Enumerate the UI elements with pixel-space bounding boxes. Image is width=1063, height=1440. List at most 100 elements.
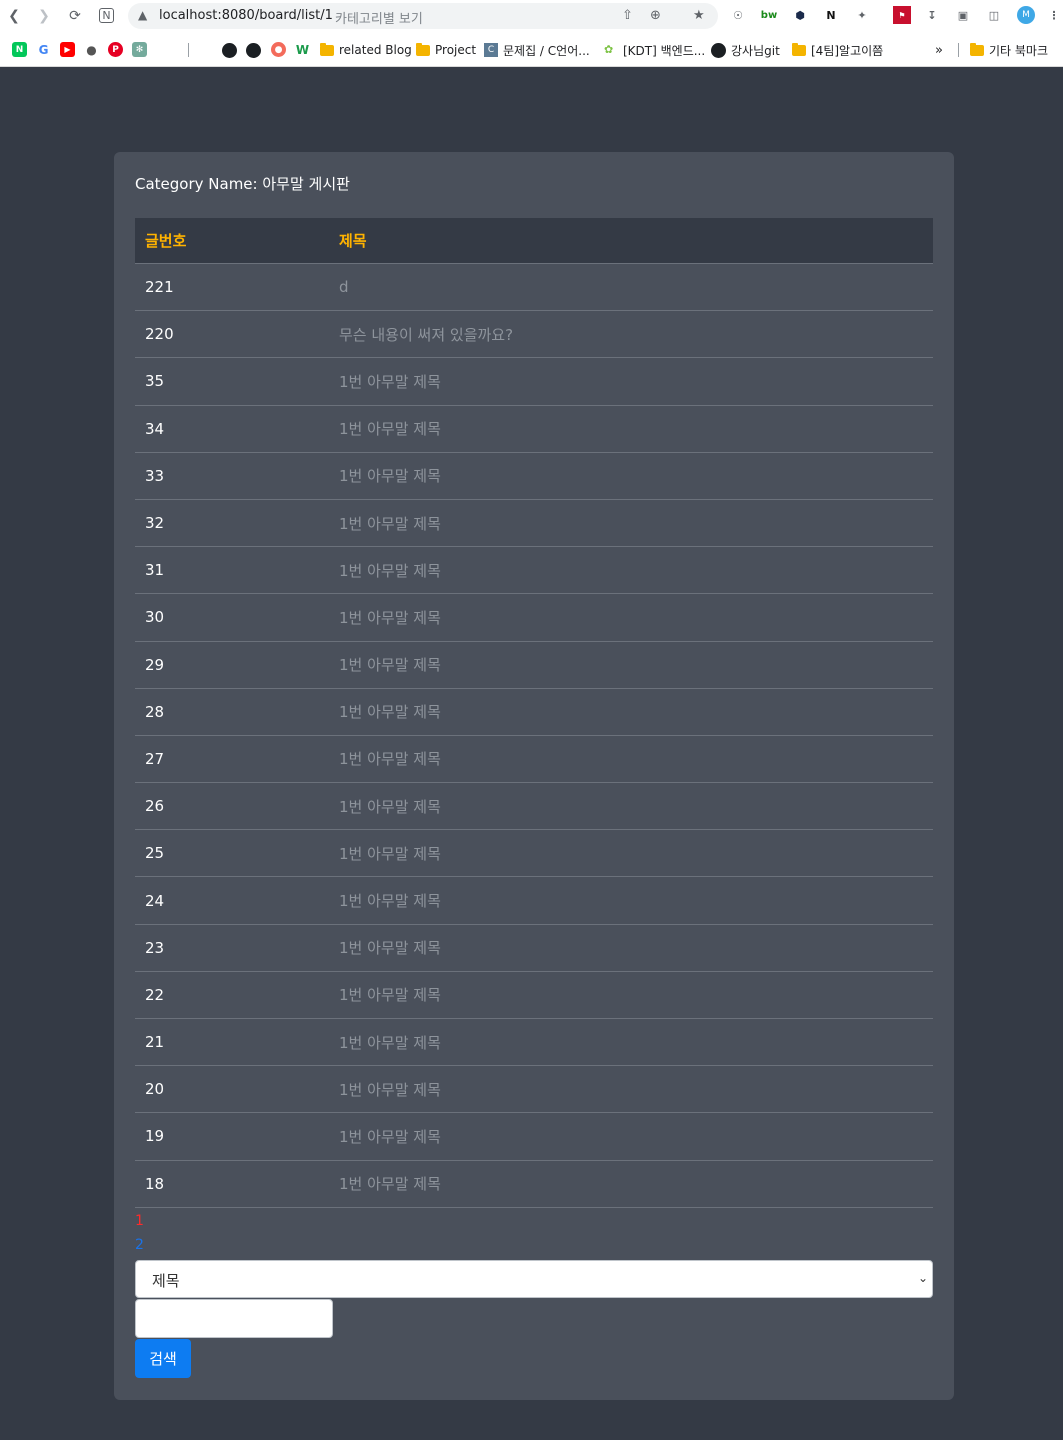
sidepanel-icon[interactable]: ◫ bbox=[985, 6, 1003, 24]
reload-icon[interactable]: ⟳ bbox=[65, 6, 85, 26]
post-number: 28 bbox=[145, 702, 165, 721]
post-title-link[interactable]: 1번 아무말 제목 bbox=[339, 843, 441, 864]
github-bookmark-2[interactable] bbox=[246, 41, 261, 59]
table-row[interactable]: 22 1번 아무말 제목 bbox=[135, 972, 933, 1019]
header-post-number: 글번호 bbox=[145, 232, 187, 250]
table-row[interactable]: 220 무슨 내용이 써져 있을까요? bbox=[135, 311, 933, 359]
table-row[interactable]: 25 1번 아무말 제목 bbox=[135, 830, 933, 878]
hex-extension-icon[interactable]: ⬢ bbox=[791, 6, 809, 24]
post-title-link[interactable]: 1번 아무말 제목 bbox=[339, 1032, 441, 1053]
post-title-link[interactable]: d bbox=[339, 278, 349, 296]
flag-icon[interactable]: ⚑ bbox=[893, 6, 911, 24]
table-row[interactable]: 221 d bbox=[135, 264, 933, 312]
bookmark-separator bbox=[958, 43, 959, 57]
bookmark-label: 문제집 / C언어... bbox=[503, 43, 590, 58]
zoom-icon[interactable]: ⊕ bbox=[650, 8, 661, 23]
search-button[interactable]: 검색 bbox=[135, 1339, 191, 1378]
table-row[interactable]: 20 1번 아무말 제목 bbox=[135, 1066, 933, 1114]
post-title-link[interactable]: 1번 아무말 제목 bbox=[339, 607, 441, 628]
notion-extension-icon[interactable]: N bbox=[822, 6, 840, 24]
w-site-icon[interactable]: W bbox=[295, 42, 310, 57]
bookmark-project[interactable]: Project bbox=[416, 41, 476, 59]
table-row[interactable]: 34 1번 아무말 제목 bbox=[135, 406, 933, 453]
bookmark-star-icon[interactable]: ★ bbox=[693, 8, 705, 23]
post-title-link[interactable]: 1번 아무말 제목 bbox=[339, 1126, 441, 1147]
table-row[interactable]: 19 1번 아무말 제목 bbox=[135, 1113, 933, 1161]
table-row[interactable]: 23 1번 아무말 제목 bbox=[135, 925, 933, 972]
post-title-link[interactable]: 1번 아무말 제목 bbox=[339, 371, 441, 392]
table-row[interactable]: 29 1번 아무말 제목 bbox=[135, 642, 933, 689]
bookmark-problem-set[interactable]: C 문제집 / C언어... bbox=[484, 41, 590, 59]
google-icon[interactable]: G bbox=[36, 42, 51, 57]
post-title-link[interactable]: 1번 아무말 제목 bbox=[339, 418, 441, 439]
table-row[interactable]: 26 1번 아무말 제목 bbox=[135, 783, 933, 831]
chatgpt-icon[interactable]: ✻ bbox=[132, 42, 147, 57]
share-icon[interactable]: ⇧ bbox=[622, 8, 633, 23]
post-title-link[interactable]: 1번 아무말 제목 bbox=[339, 701, 441, 722]
bookmarks-overflow-button[interactable]: » bbox=[935, 41, 943, 59]
naver-icon[interactable]: N bbox=[12, 42, 27, 57]
table-row[interactable]: 33 1번 아무말 제목 bbox=[135, 453, 933, 500]
folder-icon bbox=[416, 42, 430, 56]
table-row[interactable]: 18 1번 아무말 제목 bbox=[135, 1161, 933, 1208]
leaf-icon: ✿ bbox=[604, 43, 614, 56]
forward-icon[interactable]: ❯ bbox=[34, 6, 54, 26]
table-row[interactable]: 24 1번 아무말 제목 bbox=[135, 877, 933, 925]
post-title-link[interactable]: 1번 아무말 제목 bbox=[339, 465, 441, 486]
profile-avatar[interactable]: M bbox=[1017, 6, 1035, 24]
browser-toolbar: ❮ ❯ ⟳ N ▲ localhost:8080/board/list/1 카테… bbox=[0, 0, 1063, 32]
post-number: 18 bbox=[145, 1174, 165, 1193]
download-icon[interactable]: ↧ bbox=[923, 6, 941, 24]
table-header: 글번호 제목 bbox=[135, 218, 933, 264]
folder-icon bbox=[970, 42, 984, 56]
search-type-select[interactable]: 제목 ⌄ bbox=[135, 1260, 933, 1298]
post-title-link[interactable]: 1번 아무말 제목 bbox=[339, 748, 441, 769]
post-title-link[interactable]: 1번 아무말 제목 bbox=[339, 513, 441, 534]
search-input[interactable] bbox=[135, 1299, 333, 1338]
red-site-icon[interactable]: ● bbox=[271, 42, 286, 57]
bookmark-label: [KDT] 백엔드... bbox=[623, 43, 706, 58]
table-row[interactable]: 31 1번 아무말 제목 bbox=[135, 547, 933, 595]
post-title-link[interactable]: 1번 아무말 제목 bbox=[339, 984, 441, 1005]
table-row[interactable]: 27 1번 아무말 제목 bbox=[135, 736, 933, 784]
bw-extension-icon[interactable]: bw bbox=[760, 6, 778, 24]
table-row[interactable]: 30 1번 아무말 제목 bbox=[135, 594, 933, 642]
header-title: 제목 bbox=[339, 232, 367, 250]
notion-icon[interactable]: N bbox=[99, 8, 114, 23]
page-1-link[interactable]: 1 bbox=[135, 1209, 144, 1233]
post-title-link[interactable]: 1번 아무말 제목 bbox=[339, 890, 441, 911]
post-title-link[interactable]: 1번 아무말 제목 bbox=[339, 1173, 441, 1194]
post-title-link[interactable]: 1번 아무말 제목 bbox=[339, 560, 441, 581]
pagination: 1 2 bbox=[135, 1209, 144, 1257]
post-number: 221 bbox=[145, 278, 174, 297]
bookmark-related-blog[interactable]: related Blog bbox=[320, 41, 412, 59]
bookmark-team4[interactable]: [4팀]알고이쯤 bbox=[792, 41, 883, 59]
page-2-link[interactable]: 2 bbox=[135, 1233, 144, 1257]
compass-icon[interactable]: ☉ bbox=[729, 6, 747, 24]
bookmark-label: 강사님git bbox=[731, 43, 780, 58]
post-title-link[interactable]: 무슨 내용이 써져 있을까요? bbox=[339, 324, 513, 345]
github-bookmark-1[interactable] bbox=[222, 41, 237, 59]
table-row[interactable]: 32 1번 아무말 제목 bbox=[135, 500, 933, 548]
post-title-link[interactable]: 1번 아무말 제목 bbox=[339, 1079, 441, 1100]
menu-kebab-icon[interactable]: ⋮ bbox=[1045, 6, 1063, 24]
post-title-link[interactable]: 1번 아무말 제목 bbox=[339, 937, 441, 958]
address-bar[interactable]: ▲ localhost:8080/board/list/1 카테고리별 보기 ⇧… bbox=[128, 3, 718, 29]
table-row[interactable]: 28 1번 아무말 제목 bbox=[135, 689, 933, 736]
back-icon[interactable]: ❮ bbox=[4, 6, 24, 26]
post-title-link[interactable]: 1번 아무말 제목 bbox=[339, 654, 441, 675]
bookmark-separator bbox=[188, 43, 189, 57]
puzzle-icon[interactable]: ✦ bbox=[853, 6, 871, 24]
bookmark-instructor-git[interactable]: 강사님git bbox=[711, 41, 780, 59]
post-number: 30 bbox=[145, 608, 165, 627]
post-title-link[interactable]: 1번 아무말 제목 bbox=[339, 796, 441, 817]
apple-icon[interactable]: ● bbox=[84, 42, 99, 57]
pinterest-icon[interactable]: P bbox=[108, 42, 123, 57]
bookmark-other[interactable]: 기타 북마크 bbox=[970, 41, 1048, 59]
table-row[interactable]: 21 1번 아무말 제목 bbox=[135, 1019, 933, 1067]
warning-icon[interactable]: ▲ bbox=[138, 8, 147, 22]
youtube-icon[interactable]: ▶ bbox=[60, 42, 75, 57]
table-row[interactable]: 35 1번 아무말 제목 bbox=[135, 358, 933, 406]
screenshot-icon[interactable]: ▣ bbox=[954, 6, 972, 24]
bookmark-kdt-backend[interactable]: ✿ [KDT] 백엔드... bbox=[604, 41, 705, 59]
